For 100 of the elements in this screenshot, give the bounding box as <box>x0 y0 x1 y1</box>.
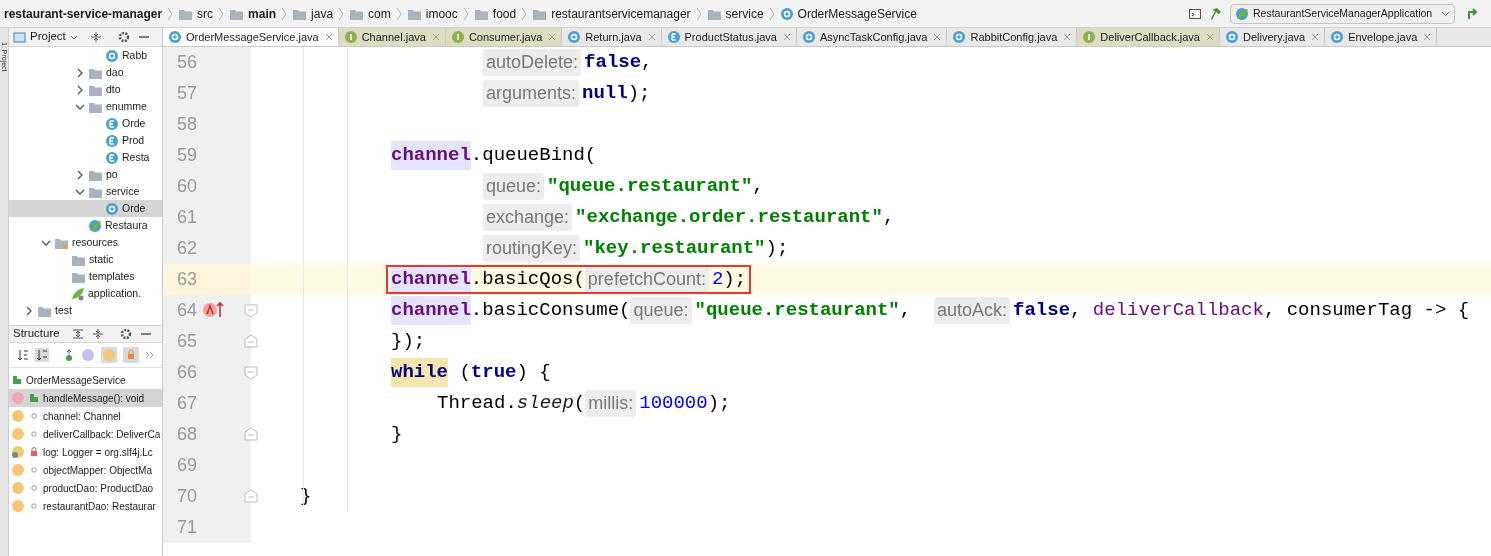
editor-tab[interactable]: DeliverCallback.java <box>1077 28 1220 46</box>
interface-icon <box>450 30 465 44</box>
breadcrumb-item[interactable]: main <box>248 4 277 23</box>
structure-item[interactable]: OrderMessageService <box>9 371 162 389</box>
close-icon <box>1206 33 1214 41</box>
circle-icon <box>28 482 40 494</box>
enum-icon <box>105 116 119 131</box>
fields-icon <box>101 347 117 363</box>
line-number: 60 <box>163 171 251 202</box>
structure-item[interactable]: objectMapper: ObjectMa <box>9 461 162 479</box>
terminal-icon <box>1188 6 1202 21</box>
structure-item[interactable]: channel: Channel <box>9 407 162 425</box>
breadcrumb-item[interactable]: food <box>492 4 517 23</box>
static-field-icon <box>11 445 25 459</box>
tree-item[interactable]: po <box>9 166 162 183</box>
line-number: 70 <box>163 481 251 512</box>
breadcrumb-item[interactable]: com <box>368 4 391 23</box>
chevron-icon <box>520 6 529 21</box>
enum-icon <box>666 30 681 44</box>
circle-icon <box>28 464 40 476</box>
panel-title: Structure <box>13 326 60 342</box>
tree-item[interactable]: Prod <box>9 132 162 149</box>
inherited-icon <box>63 349 75 361</box>
line-number: 61 <box>163 202 251 233</box>
line-number: 71 <box>163 512 251 543</box>
editor-tab[interactable]: Consumer.java <box>445 28 563 46</box>
tree-item[interactable]: application. <box>9 285 162 302</box>
code-line: exchange: "exchange.order.restaurant", <box>483 202 895 233</box>
editor-tab[interactable]: Channel.java <box>338 28 446 46</box>
line-number: 59 <box>163 140 251 171</box>
close-icon <box>1063 33 1072 41</box>
tree-item[interactable]: dto <box>9 81 162 98</box>
circle-icon <box>28 410 40 422</box>
chevron-icon <box>767 6 776 21</box>
breadcrumb-item[interactable]: restaurant-service-manager <box>4 4 163 23</box>
tree-item[interactable]: static <box>9 251 162 268</box>
line-number: 69 <box>163 450 251 481</box>
tree-item[interactable]: templates <box>9 268 162 285</box>
breadcrumb-item[interactable]: java <box>311 4 334 23</box>
collapse-icon <box>91 328 104 340</box>
code-line: channel.queueBind( <box>391 140 597 171</box>
structure-item[interactable]: restaurantDao: Restaurar <box>9 497 162 515</box>
code-line: queue: "queue.restaurant", <box>483 171 764 202</box>
circle-icon <box>28 500 40 512</box>
method-icon <box>11 391 25 405</box>
structure-item[interactable]: productDao: ProductDao <box>9 479 162 497</box>
chevron-icon <box>394 6 403 21</box>
editor-tab[interactable]: OrderMessageService.java <box>163 28 339 46</box>
class-icon <box>105 201 119 216</box>
tree-item[interactable]: Orde <box>9 200 162 217</box>
code-line: channel.basicQos(prefetchCount: 2); <box>385 264 753 295</box>
run-configuration-dropdown[interactable]: RestaurantServiceManagerApplication <box>1230 3 1455 24</box>
project-window-icon <box>13 30 26 44</box>
tree-item[interactable]: test <box>9 302 162 319</box>
structure-item[interactable]: handleMessage(): void <box>9 389 162 407</box>
code-line: while (true) { <box>391 357 551 388</box>
tree-item[interactable]: Restaura <box>9 217 162 234</box>
structure-item[interactable]: log: Logger = org.slf4j.Lc <box>9 443 162 461</box>
line-number: 67 <box>163 388 251 419</box>
close-icon <box>324 33 333 41</box>
class-icon <box>1225 30 1239 44</box>
public-icon <box>28 392 40 404</box>
enum-icon <box>105 150 119 165</box>
close-icon <box>548 33 557 41</box>
tree-item[interactable]: service <box>9 183 162 200</box>
field-icon <box>11 499 25 513</box>
chevron-icon <box>461 6 470 21</box>
chevron-icon <box>217 6 226 21</box>
breadcrumb-item[interactable]: imooc <box>425 4 458 23</box>
code-line: routingKey: "key.restaurant"); <box>483 233 789 264</box>
structure-item[interactable]: deliverCallback: DeliverCa <box>9 425 162 443</box>
breadcrumb-item[interactable]: src <box>197 4 214 23</box>
class-icon <box>1330 30 1345 44</box>
breadcrumb-item[interactable]: service <box>725 4 764 23</box>
field-icon <box>11 427 25 441</box>
tree-item[interactable]: Resta <box>9 149 162 166</box>
code-line: Thread.sleep(millis: 100000); <box>437 389 731 419</box>
breadcrumb-item[interactable]: OrderMessageService <box>797 4 917 23</box>
tree-item[interactable]: enumme <box>9 98 162 115</box>
tree-item[interactable]: dao <box>9 64 162 81</box>
caret-icon <box>1441 10 1450 17</box>
leaf-class-icon <box>88 218 102 233</box>
class-icon <box>567 30 582 44</box>
line-number: 66 <box>163 357 251 388</box>
sort-alphabetically-icon <box>35 348 49 362</box>
enum-icon <box>105 133 119 148</box>
breadcrumb-item[interactable]: restaurantservicemanager <box>551 4 691 23</box>
line-number: 63 <box>163 264 251 295</box>
public-icon <box>11 374 23 386</box>
lock-icon <box>28 446 40 458</box>
line-number: 65 <box>163 326 251 357</box>
tree-item[interactable]: Orde <box>9 115 162 132</box>
caret-icon <box>69 34 78 40</box>
rerun-icon <box>1465 6 1479 21</box>
tree-item[interactable]: Rabb <box>9 47 162 64</box>
tree-item[interactable]: resources <box>9 234 162 251</box>
line-number: 62 <box>163 233 251 264</box>
more-icon <box>145 351 154 359</box>
class-icon <box>168 30 182 44</box>
line-number: 58 <box>163 109 251 140</box>
